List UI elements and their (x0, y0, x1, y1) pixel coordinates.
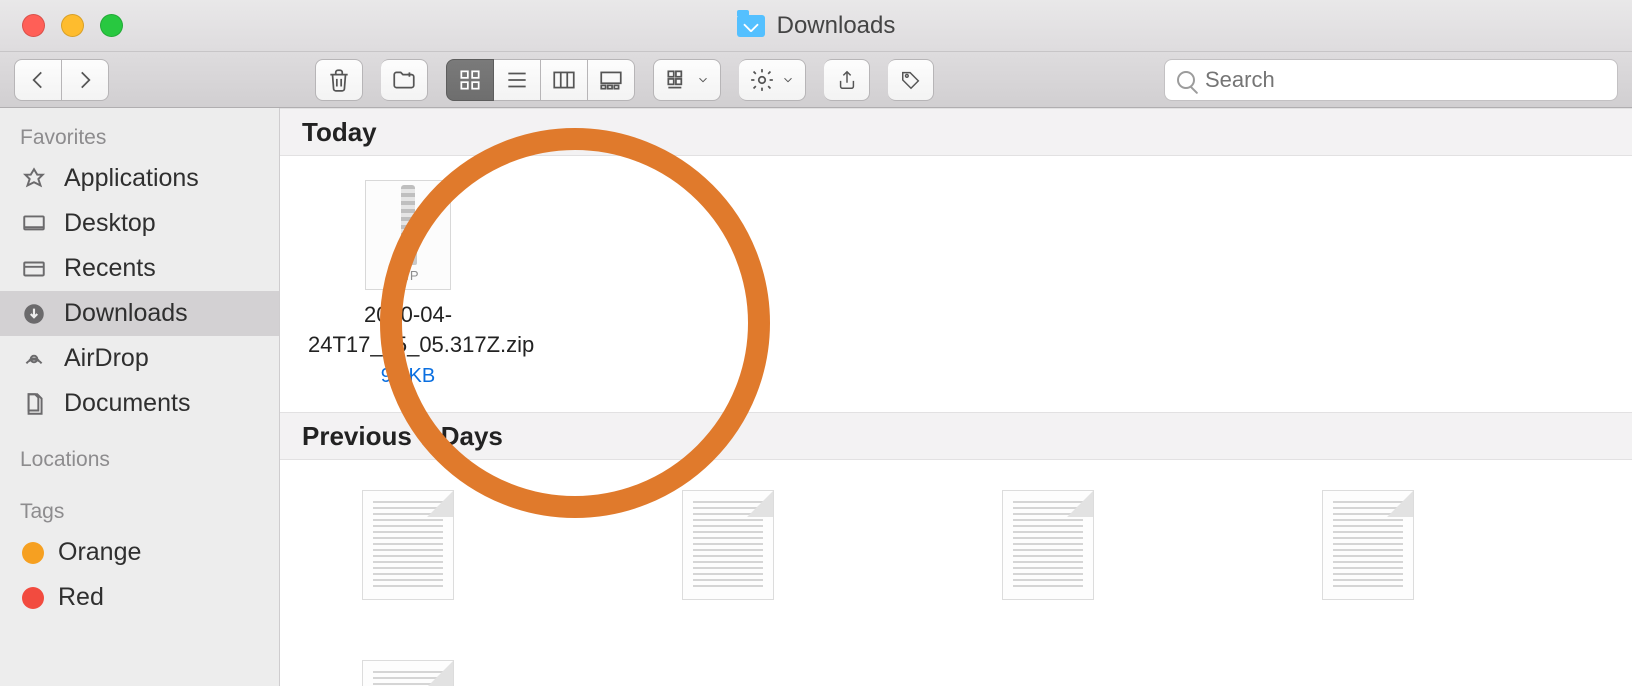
sidebar-section-favorites: Favorites (0, 118, 279, 156)
file-item[interactable] (1268, 490, 1468, 600)
new-folder-icon (391, 67, 417, 93)
window-title: Downloads (0, 12, 1632, 40)
group-by-button[interactable] (653, 59, 721, 101)
sidebar-section-tags: Tags (0, 492, 279, 530)
gear-icon (749, 67, 775, 93)
tag-icon (900, 69, 922, 91)
file-item[interactable] (948, 490, 1148, 600)
file-grid-today: ZIP 2020-04-24T17_45_05.317Z.zip 94 KB (280, 156, 1632, 412)
back-button[interactable] (14, 59, 62, 101)
file-item[interactable] (308, 490, 508, 600)
document-file-icon (362, 490, 454, 600)
sidebar-item-documents[interactable]: Documents (0, 381, 279, 426)
sidebar-item-label: Documents (64, 389, 190, 418)
group-icon (664, 67, 690, 93)
document-file-icon (1002, 490, 1094, 600)
sidebar-item-desktop[interactable]: Desktop (0, 201, 279, 246)
chevron-left-icon (25, 67, 51, 93)
sidebar-item-downloads[interactable]: Downloads (0, 291, 279, 336)
column-view-button[interactable] (541, 59, 588, 101)
file-item[interactable]: ZIP 2020-04-24T17_45_05.317Z.zip 94 KB (308, 180, 508, 388)
nav-buttons (14, 59, 109, 101)
file-size-label: 94 KB (381, 365, 435, 388)
document-file-icon (362, 660, 454, 686)
document-file-icon (1322, 490, 1414, 600)
airdrop-icon (18, 345, 50, 373)
section-header-prev7: Previous 7 Days (280, 412, 1632, 460)
sidebar-item-label: Applications (64, 164, 199, 193)
trash-button[interactable] (315, 59, 363, 101)
sidebar-item-label: Orange (58, 538, 141, 567)
search-field[interactable] (1164, 59, 1618, 101)
tag-color-dot (22, 542, 44, 564)
file-grid-prev7 (280, 460, 1632, 686)
search-icon (1177, 71, 1195, 89)
sidebar-item-label: Desktop (64, 209, 156, 238)
sidebar-item-label: Downloads (64, 299, 188, 328)
sidebar-tag-orange[interactable]: Orange (0, 530, 279, 575)
document-file-icon (682, 490, 774, 600)
downloads-folder-icon (737, 15, 765, 37)
recents-icon (18, 255, 50, 283)
file-browser: Today ZIP 2020-04-24T17_45_05.317Z.zip 9… (280, 108, 1632, 686)
apps-icon (18, 165, 50, 193)
window-titlebar: Downloads (0, 0, 1632, 52)
gallery-view-icon (598, 67, 624, 93)
documents-icon (18, 390, 50, 418)
minimize-window-button[interactable] (61, 14, 84, 37)
chevron-down-icon (781, 73, 795, 87)
sidebar-section-locations: Locations (0, 440, 279, 478)
sidebar: Favorites Applications Desktop Recents D… (0, 108, 280, 686)
desktop-icon (18, 210, 50, 238)
list-view-button[interactable] (494, 59, 541, 101)
chevron-right-icon (72, 67, 98, 93)
share-icon (836, 69, 858, 91)
window-title-text: Downloads (777, 12, 896, 40)
forward-button[interactable] (62, 59, 109, 101)
icon-view-icon (457, 67, 483, 93)
downloads-icon (18, 300, 50, 328)
file-item[interactable] (628, 490, 828, 600)
sidebar-item-label: Recents (64, 254, 156, 283)
gallery-view-button[interactable] (588, 59, 635, 101)
list-view-icon (504, 67, 530, 93)
icon-view-button[interactable] (446, 59, 494, 101)
column-view-icon (551, 67, 577, 93)
zip-file-icon: ZIP (365, 180, 451, 290)
new-folder-button[interactable] (381, 59, 428, 101)
file-item[interactable] (308, 660, 508, 686)
share-button[interactable] (824, 59, 870, 101)
file-name-label: 2020-04-24T17_45_05.317Z.zip (308, 300, 508, 359)
chevron-down-icon (696, 73, 710, 87)
zip-badge-label: ZIP (366, 268, 450, 283)
sidebar-item-recents[interactable]: Recents (0, 246, 279, 291)
sidebar-item-label: AirDrop (64, 344, 149, 373)
section-header-today: Today (280, 108, 1632, 156)
tag-color-dot (22, 587, 44, 609)
toolbar (0, 52, 1632, 108)
action-button[interactable] (739, 59, 806, 101)
maximize-window-button[interactable] (100, 14, 123, 37)
search-input[interactable] (1205, 67, 1605, 93)
sidebar-item-applications[interactable]: Applications (0, 156, 279, 201)
traffic-lights (22, 14, 123, 37)
edit-tags-button[interactable] (888, 59, 934, 101)
sidebar-tag-red[interactable]: Red (0, 575, 279, 620)
view-mode-buttons (446, 59, 635, 101)
trash-icon (326, 67, 352, 93)
sidebar-item-label: Red (58, 583, 104, 612)
zipper-graphic (401, 185, 415, 255)
sidebar-item-airdrop[interactable]: AirDrop (0, 336, 279, 381)
close-window-button[interactable] (22, 14, 45, 37)
